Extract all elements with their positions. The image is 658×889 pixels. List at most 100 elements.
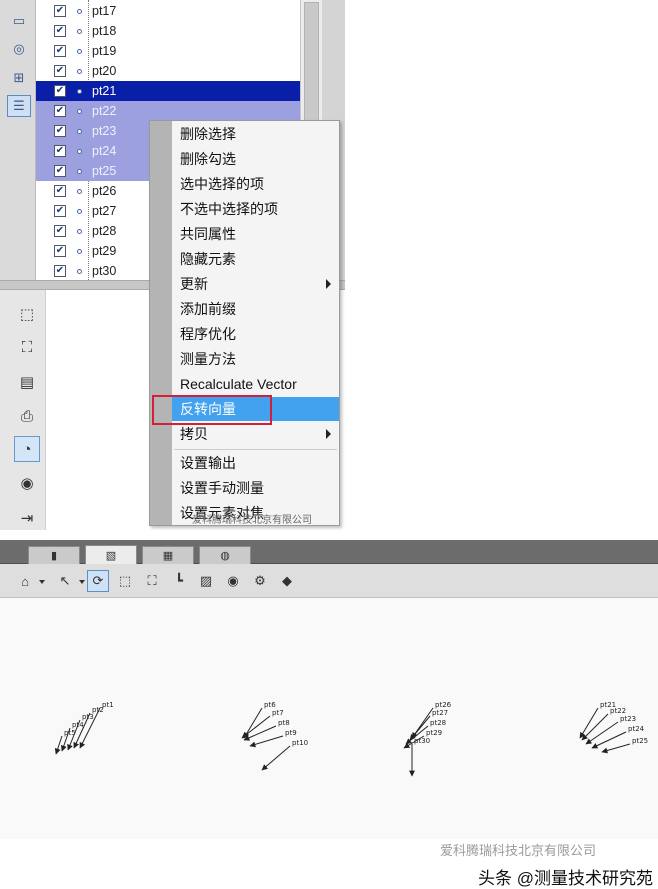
gauge-icon[interactable]: ◔ bbox=[14, 436, 40, 462]
save-view-icon[interactable]: ▤ bbox=[14, 369, 40, 395]
tab-model-icon[interactable]: ▮ bbox=[28, 546, 80, 564]
paint-icon[interactable]: ◆ bbox=[276, 570, 298, 592]
menu-item[interactable]: 更新 bbox=[172, 272, 339, 296]
point-feature-icon bbox=[77, 188, 82, 194]
context-menu: 删除选择 删除勾选 选中选择的项不选中选择的项 共同属性隐藏元素更新添加前缀程序优化测… bbox=[149, 120, 340, 526]
point-label: pt27 bbox=[432, 709, 448, 717]
tree-row-label: pt26 bbox=[92, 184, 117, 198]
home-view-icon[interactable]: ⌂ bbox=[14, 570, 36, 592]
brand-watermark: 爱科腾瑞科技北京有限公司 bbox=[440, 843, 597, 858]
menu-item[interactable]: 不选中选择的项 bbox=[172, 197, 339, 221]
axis-icon[interactable]: ┗ bbox=[168, 570, 190, 592]
menu-item-label: 程序优化 bbox=[180, 326, 236, 342]
select-cursor-icon[interactable]: ↖ bbox=[54, 570, 76, 592]
menu-item[interactable]: 设置手动测量 bbox=[172, 476, 339, 500]
tree-row-checkbox[interactable]: ✔ bbox=[54, 165, 66, 177]
menu-item[interactable]: 程序优化 bbox=[172, 322, 339, 346]
print-icon[interactable]: ⎙ bbox=[14, 403, 40, 429]
tree-row-label: pt19 bbox=[92, 44, 117, 58]
ruler-icon[interactable]: ▭ bbox=[7, 10, 31, 32]
zoom-fit-icon[interactable]: ⛶ bbox=[14, 334, 40, 360]
menu-item-label: 共同属性 bbox=[180, 226, 236, 242]
menu-item[interactable]: 拷贝 bbox=[172, 422, 339, 446]
tree-row-label: pt20 bbox=[92, 64, 117, 78]
menu-item-label: 不选中选择的项 bbox=[180, 201, 278, 217]
tree-row-checkbox[interactable]: ✔ bbox=[54, 25, 66, 37]
tab-table-icon[interactable]: ▦ bbox=[142, 546, 194, 564]
point-label: pt2 bbox=[92, 706, 104, 714]
menu-item[interactable]: 测量方法 bbox=[172, 347, 339, 371]
tree-row-checkbox[interactable]: ✔ bbox=[54, 145, 66, 157]
tree-row[interactable]: ✔ pt17 bbox=[36, 1, 300, 21]
vector-arrow bbox=[585, 721, 619, 745]
point-label: pt26 bbox=[435, 701, 452, 709]
zoom-extents-icon[interactable]: ⛶ bbox=[141, 570, 163, 592]
menu-item-label: 测量方法 bbox=[180, 351, 236, 367]
settings-icon[interactable]: ⚙ bbox=[249, 570, 271, 592]
point-label: pt8 bbox=[278, 719, 290, 727]
tree-row-label: pt29 bbox=[92, 244, 117, 258]
tree-row[interactable]: ✔ pt19 bbox=[36, 41, 300, 61]
view-tab-strip: ▮ ▧ ▦ ◍ bbox=[0, 540, 658, 565]
point-label: pt23 bbox=[620, 715, 636, 723]
view-side-toolbar: ⬚ ⛶ ▤ ⎙ ◔ ◉ ⇥ bbox=[0, 290, 46, 530]
cad-view-panel: ▮ ▧ ▦ ◍ ⌂ ↖ ⟳ ⬚ ⛶ ┗ ▨ ◉ ⚙ ◆ pt1 pt2 pt3 pt4… bbox=[0, 540, 658, 889]
point-feature-icon bbox=[77, 128, 82, 134]
point-feature-icon bbox=[77, 208, 82, 214]
menu-item[interactable]: 删除选择 bbox=[172, 122, 339, 146]
tree-row-label: pt27 bbox=[92, 204, 117, 218]
tree-row-checkbox[interactable]: ✔ bbox=[54, 125, 66, 137]
menu-item-label: 拷贝 bbox=[180, 426, 208, 442]
menu-item[interactable]: Recalculate Vector bbox=[172, 372, 339, 396]
menu-item[interactable]: 选中选择的项 bbox=[172, 172, 339, 196]
menu-item-label: 添加前缀 bbox=[180, 301, 236, 317]
rotate-icon[interactable]: ⟳ bbox=[87, 570, 109, 592]
tree-row[interactable]: ✔ pt22 bbox=[36, 101, 300, 121]
eye-icon[interactable]: ◉ bbox=[14, 470, 40, 496]
point-feature-icon bbox=[77, 88, 82, 94]
menu-item[interactable]: 隐藏元素 bbox=[172, 247, 339, 271]
tree-row-checkbox[interactable]: ✔ bbox=[54, 85, 66, 97]
tab-color-icon[interactable]: ◍ bbox=[199, 546, 251, 564]
tree-row[interactable]: ✔ pt20 bbox=[36, 61, 300, 81]
tree-row-checkbox[interactable]: ✔ bbox=[54, 5, 66, 17]
home-dropdown-icon[interactable] bbox=[39, 580, 45, 584]
database-icon[interactable]: ◎ bbox=[7, 38, 31, 60]
zoom-box-icon[interactable]: ⬚ bbox=[114, 570, 136, 592]
tree-row-checkbox[interactable]: ✔ bbox=[54, 245, 66, 257]
point-label: pt22 bbox=[610, 707, 626, 715]
tree-row[interactable]: ✔ pt21 bbox=[36, 81, 300, 101]
export-icon[interactable]: ⇥ bbox=[14, 505, 40, 531]
list-view-icon[interactable]: ☰ bbox=[7, 95, 31, 117]
point-feature-icon bbox=[77, 148, 82, 154]
menu-item-label: 更新 bbox=[180, 276, 208, 292]
tree-row-label: pt17 bbox=[92, 4, 117, 18]
menu-item[interactable]: 共同属性 bbox=[172, 222, 339, 246]
visibility-eye-icon[interactable]: ◉ bbox=[222, 570, 244, 592]
point-label: pt30 bbox=[414, 737, 430, 745]
vector-arrow bbox=[261, 745, 291, 771]
point-label: pt25 bbox=[632, 737, 648, 745]
tree-row-checkbox[interactable]: ✔ bbox=[54, 45, 66, 57]
tree-row-checkbox[interactable]: ✔ bbox=[54, 185, 66, 197]
tree-row-checkbox[interactable]: ✔ bbox=[54, 265, 66, 277]
select-dropdown-icon[interactable] bbox=[79, 580, 85, 584]
vector-plot: pt1pt2pt3pt4pt5 pt6pt7 pt8 pt9 pt10 pt26pt27 p… bbox=[54, 701, 648, 777]
color-map-icon[interactable]: ▨ bbox=[195, 570, 217, 592]
menu-item[interactable]: 添加前缀 bbox=[172, 297, 339, 321]
menu-icon-gutter bbox=[150, 121, 172, 525]
tab-graphics-icon[interactable]: ▧ bbox=[85, 545, 137, 565]
graphics-viewport[interactable]: pt1 pt2 pt3 pt4 pt5 pt6 pt7 pt8 pt9 pt10 pt26 pt27 p… bbox=[0, 598, 658, 889]
menu-item[interactable]: 删除勾选 bbox=[172, 147, 339, 171]
tree-row[interactable]: ✔ pt18 bbox=[36, 21, 300, 41]
tree-row-checkbox[interactable]: ✔ bbox=[54, 205, 66, 217]
tree-row-checkbox[interactable]: ✔ bbox=[54, 65, 66, 77]
tree-row-label: pt22 bbox=[92, 104, 117, 118]
tree-row-checkbox[interactable]: ✔ bbox=[54, 225, 66, 237]
submenu-arrow-icon bbox=[326, 429, 331, 439]
point-feature-icon bbox=[77, 48, 82, 54]
zoom-window-icon[interactable]: ⬚ bbox=[14, 301, 40, 327]
add-item-icon[interactable]: ⊞ bbox=[7, 67, 31, 89]
menu-item[interactable]: 设置输出 bbox=[172, 451, 339, 475]
tree-row-checkbox[interactable]: ✔ bbox=[54, 105, 66, 117]
